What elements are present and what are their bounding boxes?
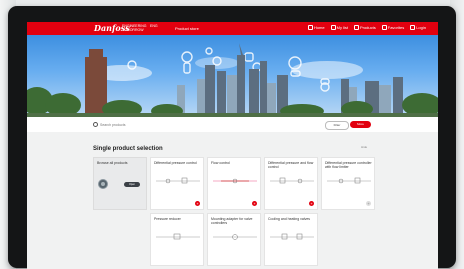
screen: Danfoss ENGINEERING TOMORROW ENG Product… bbox=[27, 22, 438, 269]
grid-icon bbox=[353, 25, 359, 30]
product-card[interactable]: Flow control + bbox=[207, 157, 261, 210]
valve-diagram-icon bbox=[156, 177, 200, 184]
product-card[interactable]: Pressure reducer bbox=[150, 213, 204, 266]
filter-button[interactable]: Filter bbox=[325, 121, 349, 130]
section-toggle[interactable]: Hide bbox=[361, 145, 367, 149]
city-skyline-illustration bbox=[27, 43, 438, 117]
feature-card[interactable]: Browse all products Open bbox=[93, 157, 147, 210]
product-card[interactable]: Mounting adapter for valve controllers bbox=[207, 213, 261, 266]
section-link[interactable]: Product store bbox=[175, 26, 199, 31]
more-button[interactable]: More bbox=[350, 121, 371, 128]
search-placeholder: Search products bbox=[100, 122, 126, 127]
valve-diagram-icon bbox=[270, 233, 314, 240]
nav-favorites[interactable]: Favorites bbox=[381, 25, 404, 30]
feature-card-title: Browse all products bbox=[97, 161, 128, 165]
home-icon bbox=[307, 25, 313, 30]
user-icon bbox=[410, 25, 416, 30]
product-card-title: Differential pressure control bbox=[154, 161, 197, 165]
valve-diagram-icon bbox=[213, 234, 257, 240]
open-button[interactable]: Open bbox=[124, 182, 140, 187]
product-card-title: Pressure reducer bbox=[154, 217, 181, 221]
nav-links: Home My list Products Favorites Login bbox=[307, 25, 426, 30]
product-card-title: Mounting adapter for valve controllers bbox=[211, 217, 253, 225]
valve-diagram-icon bbox=[327, 177, 371, 184]
nav-products[interactable]: Products bbox=[353, 25, 376, 30]
add-icon[interactable]: + bbox=[252, 201, 257, 206]
product-card[interactable]: Differential pressure controller with fl… bbox=[321, 157, 375, 210]
product-card[interactable]: Differential pressure control + bbox=[150, 157, 204, 210]
star-icon bbox=[381, 25, 387, 30]
hero-banner bbox=[27, 35, 438, 117]
search-icon bbox=[93, 122, 98, 127]
list-icon bbox=[330, 25, 336, 30]
product-card-title: Cooling and heating valves bbox=[268, 217, 311, 221]
language-selector[interactable]: ENG bbox=[150, 24, 158, 28]
valve-diagram-icon bbox=[270, 177, 314, 184]
valve-diagram-icon bbox=[156, 233, 200, 240]
product-card[interactable]: Cooling and heating valves bbox=[264, 213, 318, 266]
product-card-title: Flow control bbox=[211, 161, 230, 165]
top-navigation-bar: Danfoss ENGINEERING TOMORROW ENG Product… bbox=[27, 22, 438, 35]
valve-diagram-icon bbox=[213, 178, 257, 184]
product-thumbnail-icon bbox=[98, 179, 108, 189]
product-card[interactable]: Differential pressure and flow control + bbox=[264, 157, 318, 210]
search-input[interactable]: Search products bbox=[93, 121, 253, 128]
nav-my-list[interactable]: My list bbox=[330, 25, 348, 30]
add-icon[interactable]: + bbox=[309, 201, 314, 206]
search-toolbar: Search products Filter More bbox=[27, 117, 438, 132]
section-title: Single product selection bbox=[93, 146, 163, 152]
add-icon[interactable]: + bbox=[195, 201, 200, 206]
nav-home[interactable]: Home bbox=[307, 25, 325, 30]
nav-login[interactable]: Login bbox=[410, 25, 426, 30]
add-icon[interactable]: + bbox=[366, 201, 371, 206]
product-card-title: Differential pressure and flow control bbox=[268, 161, 314, 169]
brand-tagline: ENGINEERING TOMORROW bbox=[122, 24, 147, 32]
product-card-title: Differential pressure controller with fl… bbox=[325, 161, 372, 169]
